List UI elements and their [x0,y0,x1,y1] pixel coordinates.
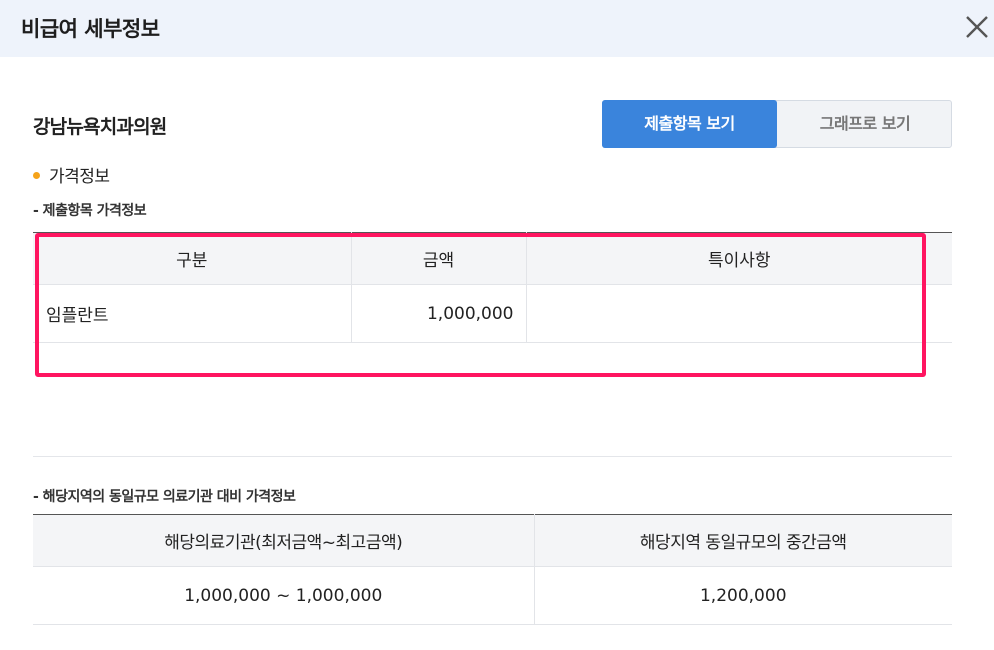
section-label: 가격정보 [49,167,110,187]
category-cell: 임플란트 [33,284,352,343]
submitted-price-table: 구분 금액 특이사항 임플란트 1,000,000 [33,232,952,343]
graph-view-button[interactable]: 그래프로 보기 [777,100,953,148]
table-row: 1,000,000 ~ 1,000,000 1,200,000 [33,566,952,625]
column-header: 구분 [33,232,352,285]
submitted-price-subheading: - 제출항목 가격정보 [33,203,147,219]
regional-price-subheading: - 해당지역의 동일규모 의료기관 대비 가격정보 [33,489,296,505]
table-header-row: 해당의료기관(최저금액~최고금액) 해당지역 동일규모의 중간금액 [33,514,952,567]
bullet-dot [33,172,40,179]
modal-title: 비급여 세부정보 [21,17,160,41]
amount-cell: 1,000,000 [351,284,527,343]
column-header: 해당지역 동일규모의 중간금액 [534,514,952,567]
close-icon [966,16,988,38]
median-price-cell: 1,200,000 [534,566,952,625]
remarks-cell [526,284,952,343]
section-title: 가격정보 [33,162,110,187]
section-divider [33,456,952,457]
column-header: 금액 [351,232,527,285]
view-toggle: 제출항목 보기 그래프로 보기 [602,100,952,148]
column-header: 특이사항 [526,232,952,285]
table-row: 임플란트 1,000,000 [33,284,952,343]
submitted-items-button[interactable]: 제출항목 보기 [602,100,777,148]
modal-header: 비급여 세부정보 [0,0,994,57]
hospital-name: 강남뉴욕치과의원 [33,116,167,138]
regional-price-table: 해당의료기관(최저금액~최고금액) 해당지역 동일규모의 중간금액 1,000,… [33,514,952,625]
column-header: 해당의료기관(최저금액~최고금액) [33,514,535,567]
close-button[interactable] [962,12,992,42]
table-header-row: 구분 금액 특이사항 [33,232,952,285]
price-range-cell: 1,000,000 ~ 1,000,000 [33,566,535,625]
